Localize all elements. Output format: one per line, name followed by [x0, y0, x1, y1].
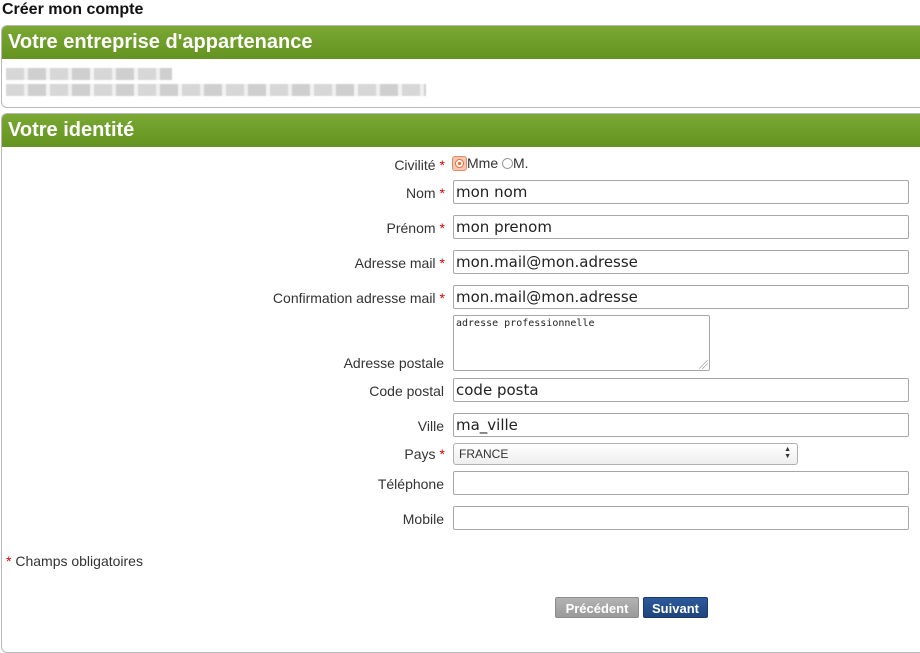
phone-label: Téléphone	[377, 476, 444, 492]
address-value: adresse professionnelle	[456, 318, 595, 329]
country-select[interactable]: FRANCE ▲ ▼	[453, 443, 798, 465]
radio-mme[interactable]	[452, 156, 467, 171]
city-label: Ville	[417, 418, 444, 434]
required-fields-note: * Champs obligatoires	[6, 553, 143, 569]
country-row: Pays *	[0, 446, 445, 470]
radio-m[interactable]	[502, 158, 514, 169]
company-panel: Votre entreprise d'appartenance	[1, 25, 920, 108]
mobile-label: Mobile	[402, 511, 444, 527]
mobile-input[interactable]	[453, 506, 909, 530]
email-confirm-input[interactable]: mon.mail@mon.adresse	[453, 285, 909, 309]
city-input[interactable]: ma_ville	[453, 413, 909, 437]
previous-button[interactable]: Précédent	[555, 597, 639, 618]
postal-code-label: Code postal	[369, 383, 444, 399]
prenom-row: Prénom *	[0, 220, 445, 244]
email-row: Adresse mail *	[0, 255, 445, 279]
redacted-company-name	[6, 68, 172, 80]
address-textarea[interactable]: adresse professionnelle	[453, 315, 710, 371]
email-label: Adresse mail *	[354, 255, 445, 271]
radio-m-label[interactable]: M.	[513, 155, 529, 171]
civility-label: Civilité *	[394, 157, 445, 173]
country-value: FRANCE	[459, 447, 509, 461]
nom-row: Nom *	[0, 185, 445, 209]
prenom-input[interactable]: mon prenom	[453, 215, 909, 239]
phone-input[interactable]	[453, 471, 909, 495]
civility-row: Civilité *	[0, 157, 445, 181]
civility-radio-group: Mme M.	[452, 155, 529, 173]
city-row: Ville	[0, 418, 445, 442]
email-input[interactable]: mon.mail@mon.adresse	[453, 250, 909, 274]
redacted-company-address	[6, 84, 426, 96]
prenom-label: Prénom *	[386, 220, 445, 236]
nom-label: Nom *	[405, 185, 445, 201]
address-label: Adresse postale	[343, 355, 444, 371]
email-confirm-label: Confirmation adresse mail *	[272, 290, 445, 306]
postal-code-row: Code postal	[0, 383, 445, 407]
phone-row: Téléphone	[0, 476, 445, 500]
postal-code-input[interactable]: code posta	[453, 378, 909, 402]
country-label: Pays *	[404, 446, 445, 462]
next-button[interactable]: Suivant	[643, 597, 708, 618]
resize-grip-icon[interactable]	[699, 360, 708, 369]
select-arrows-icon: ▲ ▼	[784, 446, 791, 460]
nom-input[interactable]: mon nom	[453, 180, 909, 204]
identity-section-header: Votre identité	[2, 114, 920, 147]
company-section-header: Votre entreprise d'appartenance	[2, 26, 920, 59]
radio-mme-label[interactable]: Mme	[467, 155, 498, 171]
email-confirm-row: Confirmation adresse mail *	[0, 290, 445, 314]
address-row: Adresse postale	[0, 355, 445, 379]
page-title: Créer mon compte	[2, 1, 144, 18]
mobile-row: Mobile	[0, 511, 445, 535]
